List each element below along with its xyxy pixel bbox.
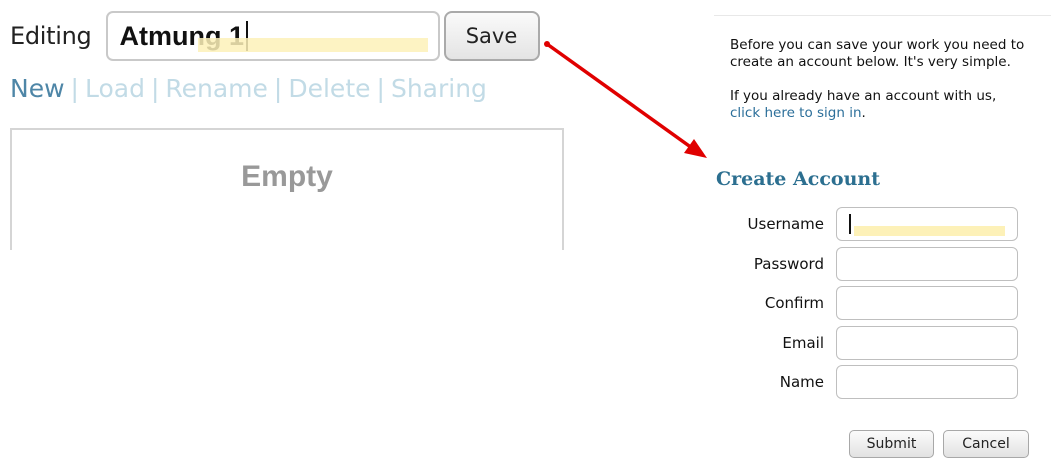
rename-link[interactable]: Rename bbox=[165, 74, 268, 103]
save-button[interactable]: Save bbox=[443, 11, 540, 61]
delete-link[interactable]: Delete bbox=[288, 74, 370, 103]
editing-label: Editing bbox=[10, 22, 92, 50]
document-list-panel: Empty bbox=[10, 128, 564, 250]
sign-in-link[interactable]: click here to sign in bbox=[730, 105, 862, 121]
arrow-shaft bbox=[545, 42, 694, 150]
email-row: Email bbox=[700, 325, 1031, 361]
document-actions-nav: New | Load | Rename | Delete | Sharing bbox=[10, 74, 487, 103]
name-field[interactable] bbox=[836, 365, 1018, 399]
name-row: Name bbox=[700, 364, 1031, 400]
username-field[interactable] bbox=[836, 207, 1018, 241]
arrow-tail bbox=[544, 41, 550, 47]
nav-separator: | bbox=[70, 74, 79, 103]
sharing-link[interactable]: Sharing bbox=[391, 74, 487, 103]
panel-divider bbox=[714, 15, 1051, 16]
email-label: Email bbox=[782, 334, 824, 352]
sign-in-suffix: . bbox=[861, 105, 866, 121]
email-field[interactable] bbox=[836, 326, 1018, 360]
text-caret bbox=[849, 214, 851, 234]
confirm-label: Confirm bbox=[764, 294, 824, 312]
arrow-head bbox=[684, 139, 707, 158]
empty-placeholder: Empty bbox=[241, 160, 333, 193]
new-link[interactable]: New bbox=[10, 74, 65, 103]
password-field[interactable] bbox=[836, 247, 1018, 281]
field-highlight bbox=[854, 226, 1005, 236]
confirm-row: Confirm bbox=[700, 285, 1031, 321]
username-label: Username bbox=[747, 215, 824, 233]
create-account-title: Create Account bbox=[716, 168, 880, 190]
nav-separator: | bbox=[376, 74, 385, 103]
input-highlight bbox=[197, 38, 428, 52]
intro-text: Before you can save your work you need t… bbox=[730, 37, 1025, 70]
confirm-password-field[interactable] bbox=[836, 286, 1018, 320]
document-name-input[interactable]: Atmung 1 bbox=[105, 11, 440, 61]
nav-separator: | bbox=[150, 74, 160, 103]
existing-account-text: If you already have an account with us, c… bbox=[730, 88, 1048, 122]
load-link[interactable]: Load bbox=[85, 74, 145, 103]
password-row: Password bbox=[700, 246, 1031, 282]
existing-account-prompt: If you already have an account with us, bbox=[730, 88, 997, 104]
account-intro: Before you can save your work you need t… bbox=[730, 37, 1048, 139]
username-row: Username bbox=[700, 206, 1031, 242]
password-label: Password bbox=[753, 255, 824, 273]
name-label: Name bbox=[779, 373, 824, 391]
nav-separator: | bbox=[273, 74, 283, 103]
editing-toolbar: Editing Atmung 1 Save bbox=[10, 10, 540, 62]
